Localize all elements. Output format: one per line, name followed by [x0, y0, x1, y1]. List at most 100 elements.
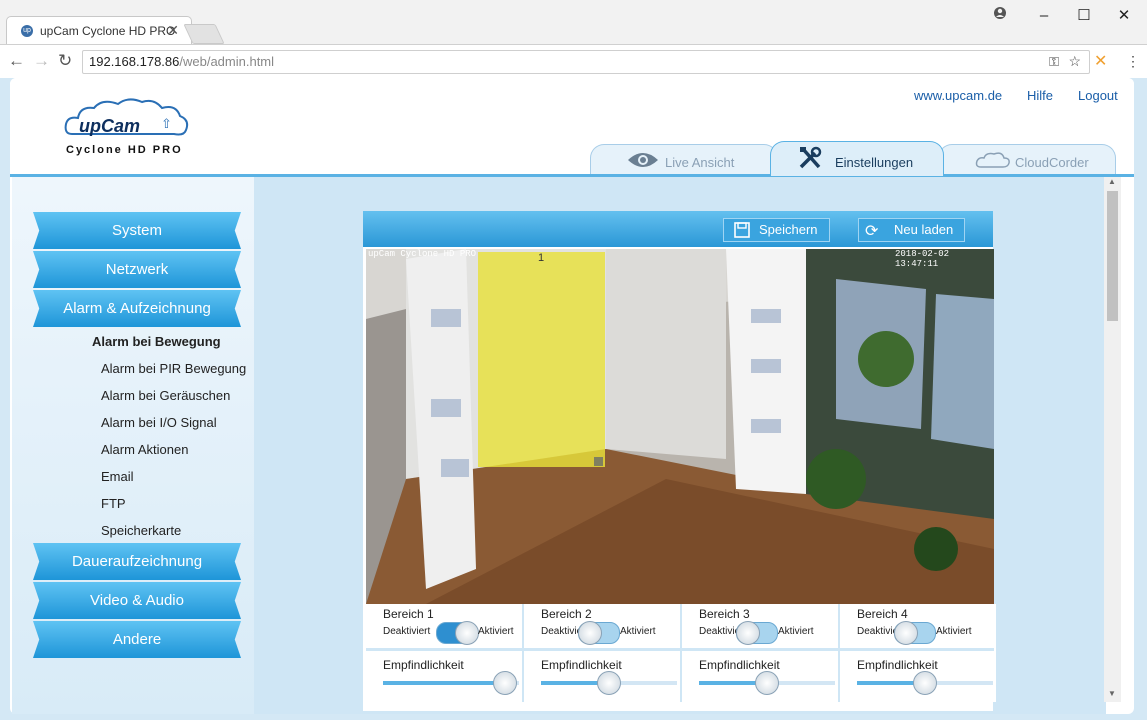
reload-button[interactable]: ⟳ Neu laden [858, 218, 965, 242]
area-on-label: Aktiviert [936, 626, 972, 637]
areas-divider [366, 648, 994, 651]
content-scrollbar[interactable]: ▲ ▼ [1104, 177, 1121, 702]
star-icon[interactable]: ☆ [1068, 53, 1081, 70]
link-upcam-site[interactable]: www.upcam.de [914, 88, 1002, 103]
nav-sub-sdcard[interactable]: Speicherkarte [101, 523, 181, 538]
nav-system[interactable]: System [33, 212, 241, 249]
sensitivity-slider[interactable] [541, 671, 677, 695]
area-cell-2: Bereich 2 Deaktiviert Aktiviert Empfindl… [524, 604, 682, 702]
sensitivity-slider[interactable] [699, 671, 835, 695]
menu-icon[interactable]: ⋮ [1126, 53, 1140, 70]
area-sensitivity-label: Empfindlichkeit [541, 658, 622, 672]
nav-video-audio[interactable]: Video & Audio [33, 582, 241, 619]
toggle-knob[interactable] [455, 621, 479, 645]
area-toggle[interactable] [436, 621, 479, 645]
eye-icon [627, 151, 659, 174]
area-title: Bereich 3 [699, 607, 750, 621]
sensitivity-slider[interactable] [383, 671, 519, 695]
area-cell-3: Bereich 3 Deaktiviert Aktiviert Empfindl… [682, 604, 840, 702]
minimize-button[interactable]: – [1034, 6, 1054, 26]
reload-label: Neu laden [894, 222, 954, 237]
browser-titlebar: up upCam Cyclone HD PRO ✕ – ☐ ✕ [0, 0, 1147, 45]
scroll-down-icon[interactable]: ▼ [1108, 689, 1116, 698]
save-label: Speichern [759, 222, 818, 237]
tab-settings[interactable]: Einstellungen [770, 141, 944, 176]
nav-sub-motion-alarm[interactable]: Alarm bei Bewegung [92, 334, 221, 349]
camera-view[interactable]: upCam Cyclone HD PRO 2018-02-02 13:47:11… [366, 249, 994, 604]
reload-icon[interactable]: ↻ [58, 51, 72, 71]
slider-knob[interactable] [755, 671, 779, 695]
sidebar: System Netzwerk Alarm & Aufzeichnung Ala… [12, 177, 254, 714]
area-sensitivity-label: Empfindlichkeit [857, 658, 938, 672]
tab-live-label: Live Ansicht [665, 155, 735, 170]
nav-sub-ftp[interactable]: FTP [101, 496, 126, 511]
nav-network[interactable]: Netzwerk [33, 251, 241, 288]
key-icon[interactable]: ⚿ [1049, 54, 1059, 70]
area-cell-4: Bereich 4 Deaktiviert Aktiviert Empfindl… [840, 604, 996, 702]
slider-knob[interactable] [913, 671, 937, 695]
close-window-button[interactable]: ✕ [1114, 6, 1134, 26]
tab-cloudcorder[interactable]: CloudCorder [938, 144, 1116, 176]
area-title: Bereich 2 [541, 607, 592, 621]
area-on-label: Aktiviert [478, 626, 514, 637]
panel-toolbar: Speichern ⟳ Neu laden [363, 211, 993, 247]
save-button[interactable]: Speichern [723, 218, 830, 242]
nav-sub-io-alarm[interactable]: Alarm bei I/O Signal [101, 415, 217, 430]
url-host: 192.168.178.86 [89, 54, 180, 69]
site-header: upCam ⇧ Cyclone HD PRO www.upcam.de Hilf… [10, 78, 1134, 176]
tools-icon [797, 145, 823, 176]
logo[interactable]: upCam ⇧ Cyclone HD PRO [62, 96, 192, 160]
overlay-camera-name: upCam Cyclone HD PRO [368, 249, 477, 259]
nav-continuous-recording[interactable]: Daueraufzeichnung [33, 543, 241, 580]
page-background: upCam ⇧ Cyclone HD PRO www.upcam.de Hilf… [0, 78, 1147, 720]
url-path: /web/admin.html [179, 54, 275, 69]
nav-alarm-recording[interactable]: Alarm & Aufzeichnung [33, 290, 241, 327]
url-bar[interactable]: 192.168.178.86/web/admin.html ⚿ ☆ [82, 50, 1090, 74]
extension-icon[interactable]: ✕ [1094, 51, 1107, 71]
nav-sub-alarm-actions[interactable]: Alarm Aktionen [101, 442, 188, 457]
forward-arrow-icon[interactable]: → [33, 51, 50, 71]
browser-tab[interactable]: up upCam Cyclone HD PRO ✕ [6, 16, 192, 45]
logo-up-arrow-icon: ⇧ [161, 116, 172, 131]
tab-settings-label: Einstellungen [835, 155, 914, 170]
overlay-timestamp: 2018-02-02 13:47:11 [895, 249, 950, 269]
camera-image [366, 249, 994, 604]
tab-close-icon[interactable]: ✕ [167, 22, 179, 39]
area-title: Bereich 1 [383, 607, 434, 621]
area-cell-1: Bereich 1 Deaktiviert Aktiviert Empfindl… [366, 604, 524, 702]
toggle-knob[interactable] [578, 621, 602, 645]
slider-knob[interactable] [493, 671, 518, 695]
zone-number: 1 [538, 252, 545, 264]
nav-other[interactable]: Andere [33, 621, 241, 658]
area-toggle[interactable] [894, 621, 936, 645]
sensitivity-slider[interactable] [857, 671, 993, 695]
logo-subtitle: Cyclone HD PRO [66, 144, 183, 156]
toggle-knob[interactable] [894, 621, 918, 645]
floppy-icon [734, 222, 750, 245]
scroll-up-icon[interactable]: ▲ [1108, 177, 1116, 186]
area-on-label: Aktiviert [620, 626, 656, 637]
back-arrow-icon[interactable]: ← [8, 51, 25, 71]
maximize-button[interactable]: ☐ [1074, 6, 1094, 26]
cloud-icon [975, 151, 1011, 174]
link-logout[interactable]: Logout [1078, 88, 1118, 103]
slider-knob[interactable] [597, 671, 621, 695]
area-off-label: Deaktiviert [383, 626, 431, 637]
nav-sub-email[interactable]: Email [101, 469, 134, 484]
logo-text: upCam [79, 116, 141, 136]
profile-icon[interactable] [990, 6, 1010, 26]
area-sensitivity-label: Empfindlichkeit [383, 658, 464, 672]
link-help[interactable]: Hilfe [1027, 88, 1053, 103]
refresh-icon: ⟳ [865, 223, 879, 240]
nav-sub-pir-alarm[interactable]: Alarm bei PIR Bewegung [101, 361, 246, 376]
tab-live-view[interactable]: Live Ansicht [590, 144, 778, 176]
favicon-icon: up [21, 25, 33, 37]
browser-toolbar: ← → ↻ 192.168.178.86/web/admin.html ⚿ ☆ … [0, 44, 1147, 79]
tab-cloud-label: CloudCorder [1015, 155, 1089, 170]
scrollbar-thumb[interactable] [1107, 191, 1118, 321]
toggle-knob[interactable] [736, 621, 760, 645]
area-toggle[interactable] [578, 621, 620, 645]
browser-tab-title: upCam Cyclone HD PRO [40, 24, 176, 38]
nav-sub-sound-alarm[interactable]: Alarm bei Geräuschen [101, 388, 230, 403]
area-toggle[interactable] [736, 621, 778, 645]
